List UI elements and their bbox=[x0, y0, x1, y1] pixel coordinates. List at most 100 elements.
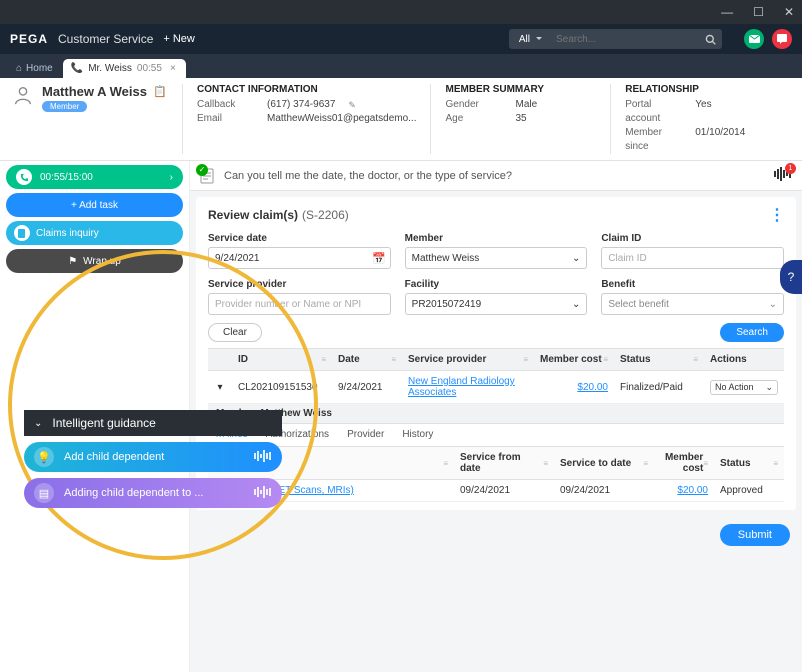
claim-id-input[interactable] bbox=[601, 247, 784, 269]
filter-icon[interactable]: ≡ bbox=[703, 459, 708, 468]
expand-icon[interactable]: ▾ bbox=[217, 382, 222, 393]
new-button-label: New bbox=[173, 33, 195, 45]
home-icon: ⌂ bbox=[16, 63, 22, 74]
tab-strip: ⌂Home 📞 Mr. Weiss 00:55 × bbox=[0, 54, 802, 78]
table-row[interactable]: ▾ CL202109151530 9/24/2021 New England R… bbox=[208, 371, 784, 404]
to-date-value: 09/24/2021 bbox=[560, 485, 610, 496]
notification-badge: 1 bbox=[785, 163, 796, 174]
window-minimize-icon[interactable]: — bbox=[721, 5, 733, 19]
audio-wave-icon bbox=[254, 486, 272, 501]
phone-icon bbox=[16, 169, 32, 185]
table-row[interactable]: Imaging (CT/PET Scans, MRIs) 09/24/2021 … bbox=[208, 480, 784, 502]
filter-icon[interactable]: ≡ bbox=[543, 459, 548, 468]
edit-icon[interactable]: ✎ bbox=[348, 98, 356, 112]
suite-label: Customer Service bbox=[58, 32, 153, 46]
cost-link[interactable]: $20.00 bbox=[677, 485, 708, 496]
search-button[interactable] bbox=[698, 29, 722, 49]
member-select[interactable]: Matthew Weiss⌄ bbox=[405, 247, 588, 269]
close-icon[interactable]: × bbox=[170, 63, 176, 74]
prompt-text: Can you tell me the date, the doctor, or… bbox=[224, 170, 512, 182]
provider-link[interactable]: New England Radiology Associates bbox=[408, 376, 528, 398]
status-value: Finalized/Paid bbox=[620, 382, 683, 393]
provider-input[interactable] bbox=[208, 293, 391, 315]
case-tab-name: Mr. Weiss bbox=[88, 63, 132, 74]
benefit-label: Benefit bbox=[601, 279, 784, 290]
guidance-title: Intelligent guidance bbox=[52, 416, 155, 430]
facility-label: Facility bbox=[405, 279, 588, 290]
document-icon bbox=[14, 225, 30, 241]
callback-value: (617) 374-9637 bbox=[267, 98, 335, 112]
search-input[interactable] bbox=[548, 29, 698, 49]
review-claims-panel: Review claim(s) (S-2206) ⋮ Service date … bbox=[196, 197, 796, 510]
facility-select[interactable]: PR2015072419⌄ bbox=[405, 293, 588, 315]
top-nav: PEGA Customer Service + New All bbox=[0, 24, 802, 54]
flag-icon: ⚑ bbox=[68, 256, 77, 267]
clear-button[interactable]: Clear bbox=[208, 323, 262, 342]
phone-icon: 📞 bbox=[71, 63, 83, 74]
guidance-header[interactable]: ⌄ Intelligent guidance bbox=[24, 410, 282, 436]
relationship-title: RELATIONSHIP bbox=[625, 84, 776, 95]
status-value: Approved bbox=[720, 485, 763, 496]
filter-icon[interactable]: ≡ bbox=[443, 459, 448, 468]
chat-icon[interactable] bbox=[772, 29, 792, 49]
home-tab[interactable]: ⌂Home bbox=[6, 59, 63, 78]
wrap-up-button[interactable]: ⚑Wrap up bbox=[6, 249, 183, 273]
case-tab-time: 00:55 bbox=[137, 63, 162, 74]
window-maximize-icon[interactable]: ☐ bbox=[753, 5, 764, 19]
member-label: Member bbox=[405, 233, 588, 244]
chevron-down-icon: ⌄ bbox=[34, 418, 42, 429]
new-button[interactable]: + New bbox=[163, 33, 194, 45]
more-icon[interactable]: ⋮ bbox=[769, 205, 784, 225]
search-scope-dropdown[interactable]: All bbox=[509, 29, 548, 49]
member-since-value: 01/10/2014 bbox=[695, 126, 745, 154]
help-fab[interactable]: ? bbox=[780, 260, 802, 294]
gender-value: Male bbox=[515, 98, 537, 112]
case-header: Matthew A Weiss📋 Member CONTACT INFORMAT… bbox=[0, 78, 802, 161]
filter-icon[interactable]: ≡ bbox=[321, 355, 326, 364]
mail-icon[interactable] bbox=[744, 29, 764, 49]
suggestion-adding-child-dependent[interactable]: ▤ Adding child dependent to ... bbox=[24, 478, 282, 508]
calendar-icon[interactable]: 📅 bbox=[372, 252, 386, 265]
filter-icon[interactable]: ≡ bbox=[643, 459, 648, 468]
claim-id-label: Claim ID bbox=[601, 233, 784, 244]
portal-value: Yes bbox=[695, 98, 711, 126]
action-select[interactable]: No Action⌄ bbox=[710, 380, 778, 395]
detail-tabs: m lines Authorizations Provider History bbox=[208, 424, 784, 447]
claim-date-value: 9/24/2021 bbox=[338, 382, 383, 393]
provider-label: Service provider bbox=[208, 279, 391, 290]
filter-icon[interactable]: ≡ bbox=[603, 355, 608, 364]
chevron-icon[interactable]: › bbox=[170, 172, 173, 183]
tab-history[interactable]: History bbox=[402, 429, 433, 446]
suggestion-add-child-dependent[interactable]: 💡 Add child dependent bbox=[24, 442, 282, 472]
filter-icon[interactable]: ≡ bbox=[391, 355, 396, 364]
service-date-input[interactable] bbox=[208, 247, 391, 269]
chevron-down-icon: ⌄ bbox=[572, 299, 580, 310]
customer-name: Matthew A Weiss📋 bbox=[42, 84, 167, 99]
add-task-button[interactable]: + Add task bbox=[6, 193, 183, 217]
service-date-label: Service date bbox=[208, 233, 391, 244]
panel-title: Review claim(s) bbox=[208, 208, 298, 222]
search-button[interactable]: Search bbox=[720, 323, 784, 342]
form-icon: ▤ bbox=[34, 483, 54, 503]
filter-icon[interactable]: ≡ bbox=[773, 459, 778, 468]
email-value: MatthewWeiss01@pegatsdemo... bbox=[267, 112, 416, 126]
filter-icon[interactable]: ≡ bbox=[693, 355, 698, 364]
chevron-down-icon: ⌄ bbox=[572, 253, 580, 264]
chevron-down-icon: ⌄ bbox=[769, 299, 777, 310]
document-icon: ✓ bbox=[200, 168, 216, 184]
filter-icon[interactable]: ≡ bbox=[523, 355, 528, 364]
submit-button[interactable]: Submit bbox=[720, 524, 790, 546]
claims-inquiry-button[interactable]: Claims inquiry bbox=[6, 221, 183, 245]
timer-text: 00:55/15:00 bbox=[40, 172, 93, 183]
suggestion-label: Adding child dependent to ... bbox=[64, 487, 203, 499]
call-timer: 00:55/15:00 › bbox=[6, 165, 183, 189]
clipboard-icon[interactable]: 📋 bbox=[153, 85, 167, 98]
cost-link[interactable]: $20.00 bbox=[577, 382, 608, 393]
benefit-select[interactable]: Select benefit⌄ bbox=[601, 293, 784, 315]
window-close-icon[interactable]: ✕ bbox=[784, 5, 794, 19]
audio-icon[interactable]: 1 bbox=[774, 167, 792, 184]
audio-wave-icon bbox=[254, 450, 272, 465]
agent-prompt: ✓ Can you tell me the date, the doctor, … bbox=[190, 161, 802, 191]
tab-provider[interactable]: Provider bbox=[347, 429, 384, 446]
case-tab[interactable]: 📞 Mr. Weiss 00:55 × bbox=[63, 59, 186, 78]
